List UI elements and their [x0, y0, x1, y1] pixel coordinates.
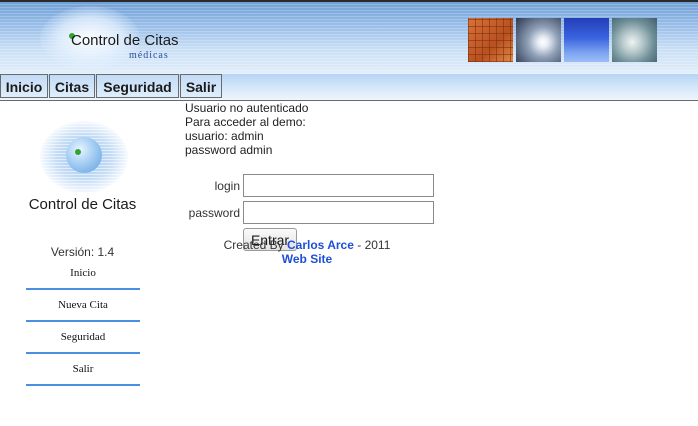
login-input[interactable] [243, 174, 434, 197]
menu-item-inicio[interactable]: Inicio [0, 74, 48, 98]
auth-status-text: Usuario no autenticado [185, 101, 309, 115]
menu-item-citas[interactable]: Citas [49, 74, 95, 98]
sidebar-link-salir[interactable]: Salir [26, 356, 140, 386]
banner-blue-image [564, 18, 609, 62]
login-label: login [214, 179, 240, 193]
sidebar-nav: Inicio Nueva Cita Seguridad Salir [26, 260, 140, 388]
sidebar: Control de Citas Versión: 1.4 Inicio Nue… [0, 101, 170, 426]
password-label: password [188, 206, 240, 220]
auth-message: Usuario no autenticado Para acceder al d… [185, 101, 308, 157]
sidebar-link-nueva-cita[interactable]: Nueva Cita [26, 292, 140, 322]
footer-credit: Created By Carlos Arce - 2011 [185, 238, 429, 252]
footer-created-by: Created By [223, 238, 284, 252]
sidebar-link-inicio[interactable]: Inicio [26, 260, 140, 290]
demo-user-text: usuario: admin [185, 129, 264, 143]
menu-item-salir[interactable]: Salir [180, 74, 222, 98]
top-menu-bar: Inicio Citas Seguridad Salir [0, 74, 698, 101]
banner-sky-image [516, 18, 561, 62]
demo-password-text: password admin [185, 143, 273, 157]
demo-intro-text: Para acceder al demo: [185, 115, 306, 129]
menu-item-seguridad[interactable]: Seguridad [96, 74, 179, 98]
website-link[interactable]: Web Site [282, 252, 332, 266]
version-label: Versión: 1.4 [50, 245, 115, 259]
sidebar-link-seguridad[interactable]: Seguridad [26, 324, 140, 354]
sidebar-title: Control de Citas [28, 196, 137, 213]
banner-cloud-image [612, 18, 657, 62]
password-input[interactable] [243, 201, 434, 224]
header-banner: Control de Citas médicas [0, 2, 698, 74]
logo-subtitle: médicas [129, 50, 169, 61]
banner-bricks-image [468, 18, 513, 62]
author-link[interactable]: Carlos Arce [287, 238, 354, 252]
logo-title: Control de Citas [71, 32, 179, 49]
sidebar-logo-orb-icon [66, 137, 102, 173]
footer: Created By Carlos Arce - 2011 Web Site [185, 238, 429, 266]
sidebar-logo-dot-icon [75, 149, 81, 155]
footer-year: - 2011 [357, 238, 391, 252]
